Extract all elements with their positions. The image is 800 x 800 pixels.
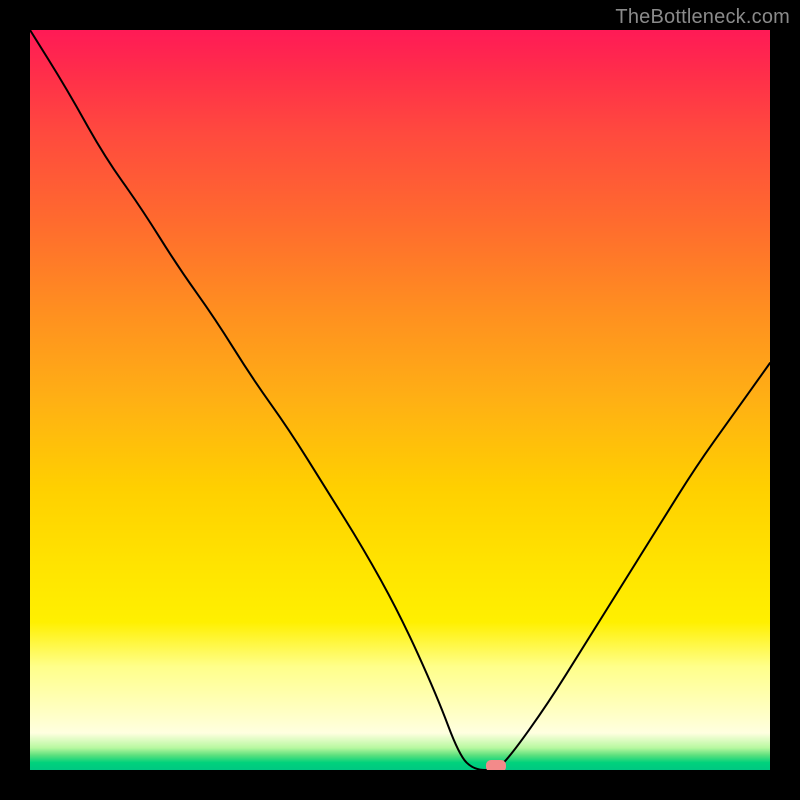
- optimal-marker: [486, 760, 506, 770]
- plot-area: [30, 30, 770, 770]
- bottleneck-chart: TheBottleneck.com: [0, 0, 800, 800]
- bottleneck-curve: [30, 30, 770, 770]
- watermark-text: TheBottleneck.com: [615, 6, 790, 29]
